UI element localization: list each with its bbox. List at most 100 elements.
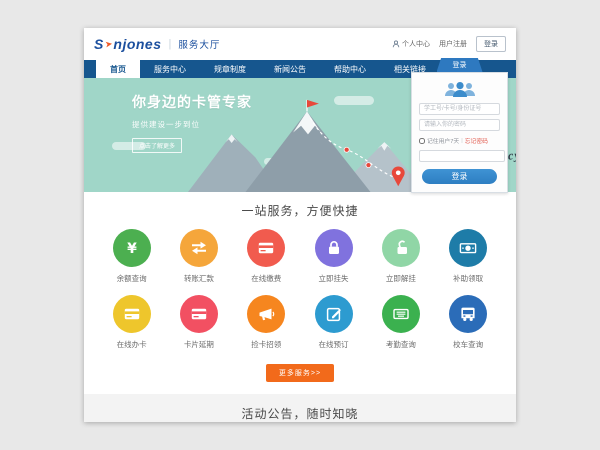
remember-checkbox[interactable] xyxy=(419,138,425,144)
user-register-label: 用户注册 xyxy=(439,39,467,49)
unlock-icon xyxy=(391,238,411,258)
captcha-image[interactable]: cyp xyxy=(508,147,516,163)
forgot-password-link[interactable]: 忘记密码 xyxy=(465,136,488,145)
login-submit-button[interactable]: 登录 xyxy=(422,169,497,184)
service-label: 补助领取 xyxy=(453,273,483,284)
header-login-button[interactable]: 登录 xyxy=(476,36,506,52)
service-label: 在线办卡 xyxy=(117,339,147,350)
personal-center-link[interactable]: 个人中心 xyxy=(392,39,430,49)
megaphone-icon xyxy=(256,304,276,324)
nav-item-label: 首页 xyxy=(110,64,126,75)
lock-icon xyxy=(324,238,344,258)
edit-icon xyxy=(324,304,344,324)
logo-divider: | xyxy=(169,38,172,50)
user-register-link[interactable]: 用户注册 xyxy=(439,39,467,49)
logo-text-s: S xyxy=(94,36,104,52)
personal-center-label: 个人中心 xyxy=(402,39,430,49)
hero-copy: 你身边的卡管专家 提供建设一步到位 点击了解更多 xyxy=(132,92,252,153)
service-item[interactable]: 在线办卡 xyxy=(98,295,165,350)
banknote-icon xyxy=(458,238,478,258)
service-icon-circle xyxy=(315,295,353,333)
service-item[interactable]: ¥ 余额查询 xyxy=(98,229,165,284)
service-item[interactable]: 捡卡招领 xyxy=(233,295,300,350)
service-label: 捡卡招领 xyxy=(251,339,281,350)
service-icon-circle xyxy=(449,229,487,267)
login-panel: 登录 记住用户7天 | 忘记密码 xyxy=(411,58,508,193)
services-grid: ¥ 余额查询 转账汇款 在线缴费 立即挂失 立即解挂 xyxy=(84,219,516,361)
service-item[interactable]: 转账汇款 xyxy=(165,229,232,284)
service-item[interactable]: 补助领取 xyxy=(434,229,501,284)
services-section: 一站服务，方便快捷 ¥ 余额查询 转账汇款 在线缴费 立即挂失 xyxy=(84,192,516,394)
service-item[interactable]: 在线预订 xyxy=(300,295,367,350)
site-logo[interactable]: S ➤ njones | 服务大厅 xyxy=(94,36,220,52)
hero-title: 你身边的卡管专家 xyxy=(132,92,252,112)
announcements-section: 活动公告，随时知晓 使用指南 最新公告 更多>> 使用指南 更多>> xyxy=(84,394,516,422)
service-icon-circle xyxy=(315,229,353,267)
nav-item-label: 新闻公告 xyxy=(274,64,306,75)
header-right: 个人中心 用户注册 登录 xyxy=(392,36,506,52)
nav-item-label: 帮助中心 xyxy=(334,64,366,75)
login-card: 记住用户7天 | 忘记密码 cyp 换一张 登录 xyxy=(411,72,508,193)
service-label: 校车查询 xyxy=(453,339,483,350)
site-header: S ➤ njones | 服务大厅 个人中心 用户注册 登录 xyxy=(84,28,516,60)
service-label: 余额查询 xyxy=(117,273,147,284)
service-icon-circle xyxy=(449,295,487,333)
service-item[interactable]: 立即挂失 xyxy=(300,229,367,284)
captcha-row: cyp 换一张 xyxy=(419,148,500,163)
card-icon xyxy=(189,304,209,324)
bus-icon xyxy=(458,304,478,324)
service-label: 立即解挂 xyxy=(386,273,416,284)
nav-item-label: 规章制度 xyxy=(214,64,246,75)
logo-text-rest: njones xyxy=(113,36,161,52)
service-label: 考勤查询 xyxy=(386,339,416,350)
announcements-title: 活动公告，随时知晓 xyxy=(84,405,516,422)
more-services-wrap: 更多服务>> xyxy=(84,361,516,394)
nav-item[interactable]: 帮助中心 xyxy=(320,60,380,78)
hero-cta-button[interactable]: 点击了解更多 xyxy=(132,138,182,153)
service-icon-circle xyxy=(247,229,285,267)
desktop-background: S ➤ njones | 服务大厅 个人中心 用户注册 登录 首页 服务中心 规章制… xyxy=(0,0,600,450)
login-options-row: 记住用户7天 | 忘记密码 xyxy=(419,136,500,145)
nav-item-label: 服务中心 xyxy=(154,64,186,75)
service-item[interactable]: 校车查询 xyxy=(434,295,501,350)
options-separator: | xyxy=(461,138,463,144)
nav-item[interactable]: 首页 xyxy=(96,60,140,78)
service-item[interactable]: 立即解挂 xyxy=(367,229,434,284)
yen-icon: ¥ xyxy=(122,238,142,258)
service-item[interactable]: 在线缴费 xyxy=(233,229,300,284)
captcha-input[interactable] xyxy=(419,150,505,162)
password-input[interactable] xyxy=(419,119,500,131)
card-icon xyxy=(256,238,276,258)
users-icon xyxy=(441,81,479,98)
service-icon-circle xyxy=(113,295,151,333)
service-icon-circle: ¥ xyxy=(113,229,151,267)
service-item[interactable]: 考勤查询 xyxy=(367,295,434,350)
transfer-icon xyxy=(189,238,209,258)
service-label: 立即挂失 xyxy=(319,273,349,284)
login-tab[interactable]: 登录 xyxy=(437,58,483,72)
service-icon-circle xyxy=(382,229,420,267)
service-label: 卡片延期 xyxy=(184,339,214,350)
logo-arrow-icon: ➤ xyxy=(104,38,113,50)
keyboard-icon xyxy=(391,304,411,324)
nav-item[interactable]: 服务中心 xyxy=(140,60,200,78)
account-input[interactable] xyxy=(419,103,500,115)
svg-text:¥: ¥ xyxy=(127,241,137,257)
service-label: 在线预订 xyxy=(319,339,349,350)
more-services-button[interactable]: 更多服务>> xyxy=(266,364,334,382)
nav-item[interactable]: 新闻公告 xyxy=(260,60,320,78)
service-item[interactable]: 卡片延期 xyxy=(165,295,232,350)
service-icon-circle xyxy=(180,229,218,267)
browser-page: S ➤ njones | 服务大厅 个人中心 用户注册 登录 首页 服务中心 规章制… xyxy=(84,28,516,422)
remember-label: 记住用户7天 xyxy=(427,136,459,145)
service-label: 转账汇款 xyxy=(184,273,214,284)
services-title: 一站服务，方便快捷 xyxy=(84,202,516,219)
nav-item[interactable]: 规章制度 xyxy=(200,60,260,78)
hero-subtitle: 提供建设一步到位 xyxy=(132,119,252,130)
hero-banner: 你身边的卡管专家 提供建设一步到位 点击了解更多 xyxy=(84,78,516,192)
site-name: 服务大厅 xyxy=(178,37,220,51)
person-icon xyxy=(392,40,400,48)
service-label: 在线缴费 xyxy=(251,273,281,284)
service-icon-circle xyxy=(247,295,285,333)
card-icon xyxy=(122,304,142,324)
